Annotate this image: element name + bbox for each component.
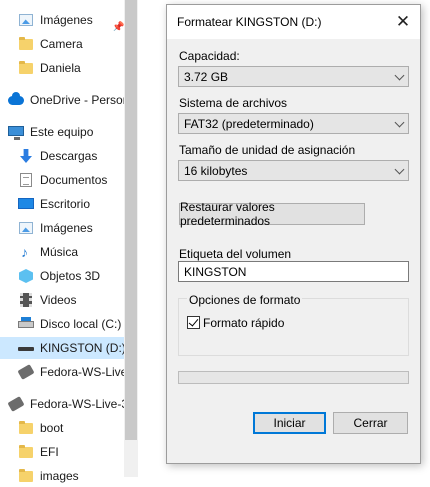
- nav-item-imagenes[interactable]: Imágenes: [0, 217, 124, 239]
- nav-item-label: Fedora-WS-Live-: [40, 365, 124, 379]
- nav-item-disco-local[interactable]: Disco local (C:): [0, 313, 124, 335]
- nav-item-label: Objetos 3D: [40, 269, 101, 283]
- format-options-title: Opciones de formato: [187, 293, 303, 307]
- videos-icon: [18, 292, 34, 308]
- quick-format-checkbox[interactable]: [187, 316, 200, 329]
- allocation-label: Tamaño de unidad de asignación: [179, 143, 356, 157]
- cancel-button[interactable]: Cerrar: [333, 412, 408, 434]
- nav-item-label: images: [40, 469, 79, 483]
- volume-label-value: KINGSTON: [184, 264, 247, 279]
- nav-item-label: OneDrive - Persor: [30, 93, 124, 107]
- nav-item-boot[interactable]: boot: [0, 417, 124, 439]
- dialog-title: Formatear KINGSTON (D:): [177, 15, 322, 29]
- nav-item-label: Disco local (C:): [40, 317, 122, 331]
- nav-item-label: Escritorio: [40, 197, 91, 211]
- nav-item-label: EFI: [40, 445, 59, 459]
- computer-icon: [8, 124, 24, 140]
- pin-icon: 📌: [112, 22, 124, 31]
- nav-item-camera[interactable]: Camera: [0, 33, 124, 55]
- local-disk-icon: [18, 316, 34, 332]
- usb-drive-icon: [17, 364, 35, 380]
- volume-label-input[interactable]: KINGSTON: [178, 261, 409, 282]
- allocation-value: 16 kilobytes: [184, 163, 248, 178]
- navigation-pane: Imágenes 📌 Camera Daniela OneDrive - Per…: [0, 0, 138, 483]
- capacity-label: Capacidad:: [179, 49, 240, 63]
- nav-item-label: Daniela: [40, 61, 81, 75]
- documents-icon: [18, 172, 34, 188]
- folder-icon: [18, 444, 34, 460]
- nav-item-label: KINGSTON (D:): [40, 341, 124, 355]
- usb-drive-icon: [7, 396, 25, 412]
- nav-item-descargas[interactable]: Descargas: [0, 145, 124, 167]
- folder-icon: [18, 36, 34, 52]
- onedrive-cloud-icon: [8, 92, 24, 108]
- nav-item-objetos-3d[interactable]: Objetos 3D: [0, 265, 124, 287]
- 3d-objects-icon: [18, 268, 34, 284]
- downloads-icon: [18, 148, 34, 164]
- nav-item-fedora-ws-live-3[interactable]: Fedora-WS-Live-3: [0, 393, 124, 415]
- capacity-select[interactable]: 3.72 GB: [178, 66, 409, 87]
- nav-item-label: Este equipo: [30, 125, 94, 139]
- desktop-icon: [18, 196, 34, 212]
- close-icon[interactable]: ✕: [386, 5, 420, 39]
- nav-item-kingston[interactable]: KINGSTON (D:): [0, 337, 124, 359]
- nav-item-label: Imágenes: [40, 13, 93, 27]
- nav-item-daniela[interactable]: Daniela: [0, 57, 124, 79]
- nav-item-label: Música: [40, 245, 79, 259]
- filesystem-select[interactable]: FAT32 (predeterminado): [178, 113, 409, 134]
- music-icon: ♪: [21, 244, 28, 260]
- nav-item-musica[interactable]: ♪ Música: [0, 241, 124, 263]
- nav-item-imagenes-quick[interactable]: Imágenes 📌: [0, 9, 124, 31]
- nav-item-este-equipo[interactable]: Este equipo: [0, 121, 124, 143]
- nav-item-efi[interactable]: EFI: [0, 441, 124, 463]
- nav-item-label: Documentos: [40, 173, 108, 187]
- folder-icon: [18, 420, 34, 436]
- folder-icon: [18, 60, 34, 76]
- nav-item-videos[interactable]: Videos: [0, 289, 124, 311]
- chevron-down-icon: [394, 164, 405, 175]
- nav-scrollbar-thumb[interactable]: [125, 0, 137, 440]
- volume-label-label: Etiqueta del volumen: [179, 247, 292, 261]
- nav-item-onedrive[interactable]: OneDrive - Persor: [0, 89, 124, 111]
- start-button[interactable]: Iniciar: [253, 412, 326, 434]
- pictures-icon: [18, 220, 34, 236]
- pictures-icon: [18, 12, 34, 28]
- quick-format-label[interactable]: Formato rápido: [203, 316, 284, 330]
- nav-item-images[interactable]: images: [0, 465, 124, 487]
- restore-defaults-button[interactable]: Restaurar valores predeterminados: [179, 200, 365, 228]
- capacity-value: 3.72 GB: [184, 69, 229, 84]
- allocation-select[interactable]: 16 kilobytes: [178, 160, 409, 181]
- nav-item-label: Fedora-WS-Live-3: [30, 397, 124, 411]
- nav-item-label: Descargas: [40, 149, 98, 163]
- nav-item-label: boot: [40, 421, 64, 435]
- nav-item-label: Videos: [40, 293, 77, 307]
- nav-item-fedora-ws-live[interactable]: Fedora-WS-Live-: [0, 361, 124, 383]
- chevron-down-icon: [394, 117, 405, 128]
- nav-item-label: Imágenes: [40, 221, 93, 235]
- nav-item-documentos[interactable]: Documentos: [0, 169, 124, 191]
- nav-item-label: Camera: [40, 37, 83, 51]
- usb-drive-icon: [18, 340, 34, 356]
- format-progress-bar: [178, 371, 409, 384]
- filesystem-value: FAT32 (predeterminado): [184, 116, 314, 131]
- folder-icon: [18, 468, 34, 484]
- dialog-titlebar: Formatear KINGSTON (D:) ✕: [167, 5, 420, 39]
- filesystem-label: Sistema de archivos: [179, 96, 288, 110]
- nav-item-escritorio[interactable]: Escritorio: [0, 193, 124, 215]
- format-dialog: Formatear KINGSTON (D:) ✕ Capacidad: 3.7…: [166, 4, 421, 464]
- chevron-down-icon: [394, 70, 405, 81]
